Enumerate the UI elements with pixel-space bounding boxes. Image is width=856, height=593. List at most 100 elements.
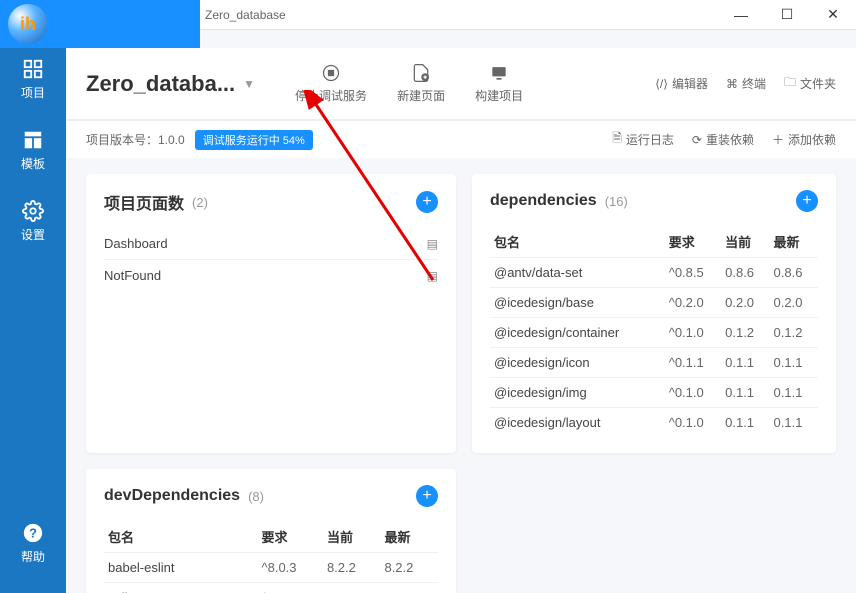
dep-latest-version: 0.1.2 — [770, 318, 818, 348]
stop-icon — [321, 63, 341, 83]
maximize-button[interactable]: ☐ — [764, 0, 810, 30]
run-log-link[interactable]: 🗎运行日志 — [612, 129, 674, 150]
dep-latest-version: 0.1.1 — [770, 408, 818, 438]
dep-name: eslint — [104, 583, 258, 593]
dep-latest-version: 0.8.6 — [770, 258, 818, 288]
devdeps-card-title: devDependencies — [104, 487, 240, 505]
window-title: Zero_database — [205, 8, 286, 22]
devdependencies-card: devDependencies (8) + 包名 要求 当前 最新 babel-… — [86, 469, 456, 593]
sidebar-item-label: 帮助 — [21, 548, 45, 565]
dep-required-version: ^0.1.0 — [665, 408, 721, 438]
deps-header-name: 包名 — [490, 226, 665, 258]
dep-current-version: 0.2.0 — [721, 288, 769, 318]
dep-required-version: ^0.8.5 — [665, 258, 721, 288]
pages-card-title: 项目页面数 — [104, 190, 184, 214]
dep-name: @icedesign/img — [490, 378, 665, 408]
page-row[interactable]: Dashboard ▤ — [104, 228, 438, 260]
devdeps-header-cur: 当前 — [323, 521, 381, 553]
dependency-row: @antv/data-set ^0.8.5 0.8.6 0.8.6 — [490, 258, 818, 288]
project-name-selector[interactable]: Zero_databa... ▼ — [86, 71, 255, 97]
dep-latest-version: 8.2.2 — [380, 553, 438, 583]
add-page-button[interactable]: + — [416, 191, 438, 213]
page-row-menu-icon[interactable]: ▤ — [427, 269, 438, 283]
new-page-icon — [411, 63, 431, 83]
version-label: 项目版本号：1.0.0 — [86, 131, 185, 148]
minimize-button[interactable]: — — [718, 0, 764, 30]
action-label: 构建项目 — [475, 87, 523, 104]
topbar: Zero_databa... ▼ 停止调试服务 新建页面 构建项目 ⟨/⟩编辑 — [66, 48, 856, 120]
window-titlebar: ih Zero_database — ☐ ✕ — [0, 0, 856, 30]
terminal-icon: ⌘ — [726, 77, 738, 91]
devdeps-header-latest: 最新 — [380, 521, 438, 553]
editor-link[interactable]: ⟨/⟩编辑器 — [655, 73, 708, 94]
dep-current-version: 0.1.1 — [721, 408, 769, 438]
dependency-row: babel-eslint ^8.0.3 8.2.2 8.2.2 — [104, 553, 438, 583]
page-row-menu-icon[interactable]: ▤ — [427, 237, 438, 251]
dependency-row: @icedesign/img ^0.1.0 0.1.1 0.1.1 — [490, 378, 818, 408]
debug-status-badge: 调试服务运行中 54% — [195, 130, 313, 150]
add-dependency-button[interactable]: + — [796, 190, 818, 212]
deps-card-count: (16) — [605, 194, 628, 209]
build-icon — [489, 63, 509, 83]
build-project-button[interactable]: 构建项目 — [475, 63, 523, 104]
page-name: Dashboard — [104, 236, 168, 251]
project-icon — [22, 58, 44, 80]
dep-name: babel-eslint — [104, 553, 258, 583]
sidebar-item-help[interactable]: ? 帮助 — [21, 522, 45, 565]
sidebar-item-label: 项目 — [21, 84, 45, 101]
dependencies-card: dependencies (16) + 包名 要求 当前 最新 @antv/da… — [472, 174, 836, 453]
deps-header-cur: 当前 — [721, 226, 769, 258]
sidebar-item-settings[interactable]: 设置 — [21, 200, 45, 243]
dep-required-version: ^0.1.0 — [665, 378, 721, 408]
action-label: 新建页面 — [397, 87, 445, 104]
dependency-row: eslint ^4.13.1 4.19.1 4.19.1 — [104, 583, 438, 593]
refresh-icon: ⟳ — [692, 133, 702, 147]
sidebar-item-label: 设置 — [21, 226, 45, 243]
dep-current-version: 8.2.2 — [323, 553, 381, 583]
dep-latest-version: 4.19.1 — [380, 583, 438, 593]
sidebar-item-label: 模板 — [21, 155, 45, 172]
help-icon: ? — [22, 522, 44, 544]
add-dep-link[interactable]: ＋添加依赖 — [772, 129, 836, 150]
template-icon — [22, 129, 44, 151]
reinstall-deps-link[interactable]: ⟳重装依赖 — [692, 129, 754, 150]
log-icon: 🗎 — [612, 129, 622, 150]
page-row[interactable]: NotFound ▤ — [104, 260, 438, 291]
dependency-row: @icedesign/layout ^0.1.0 0.1.1 0.1.1 — [490, 408, 818, 438]
dep-latest-version: 0.2.0 — [770, 288, 818, 318]
new-page-button[interactable]: 新建页面 — [397, 63, 445, 104]
devdeps-header-name: 包名 — [104, 521, 258, 553]
sidebar-item-project[interactable]: 项目 — [21, 58, 45, 101]
dependency-row: @icedesign/icon ^0.1.1 0.1.1 0.1.1 — [490, 348, 818, 378]
deps-card-title: dependencies — [490, 192, 597, 210]
dependency-row: @icedesign/container ^0.1.0 0.1.2 0.1.2 — [490, 318, 818, 348]
dep-name: @icedesign/icon — [490, 348, 665, 378]
dep-required-version: ^0.2.0 — [665, 288, 721, 318]
app-logo-banner: ih — [0, 0, 200, 48]
sidebar-item-template[interactable]: 模板 — [21, 129, 45, 172]
chevron-down-icon: ▼ — [243, 77, 255, 91]
devdeps-card-count: (8) — [248, 489, 264, 504]
dep-current-version: 0.1.2 — [721, 318, 769, 348]
add-devdependency-button[interactable]: + — [416, 485, 438, 507]
terminal-link[interactable]: ⌘终端 — [726, 73, 766, 94]
page-name: NotFound — [104, 268, 161, 283]
dep-current-version: 0.8.6 — [721, 258, 769, 288]
dep-latest-version: 0.1.1 — [770, 378, 818, 408]
version-bar: 项目版本号：1.0.0 调试服务运行中 54% 🗎运行日志 ⟳重装依赖 ＋添加依… — [66, 120, 856, 158]
close-button[interactable]: ✕ — [810, 0, 856, 30]
sidebar: 项目 模板 设置 ? 帮助 — [0, 30, 66, 593]
pages-card-count: (2) — [192, 195, 208, 210]
dep-required-version: ^0.1.1 — [665, 348, 721, 378]
dep-required-version: ^4.13.1 — [258, 583, 323, 593]
dependency-row: @icedesign/base ^0.2.0 0.2.0 0.2.0 — [490, 288, 818, 318]
dep-current-version: 0.1.1 — [721, 378, 769, 408]
devdeps-header-req: 要求 — [258, 521, 323, 553]
dep-name: @icedesign/layout — [490, 408, 665, 438]
stop-debug-button[interactable]: 停止调试服务 — [295, 63, 367, 104]
app-logo-icon: ih — [8, 4, 48, 44]
folder-link[interactable]: 🗀文件夹 — [784, 73, 836, 94]
deps-header-req: 要求 — [665, 226, 721, 258]
plus-icon: ＋ — [772, 131, 784, 148]
project-name-text: Zero_databa... — [86, 71, 235, 97]
